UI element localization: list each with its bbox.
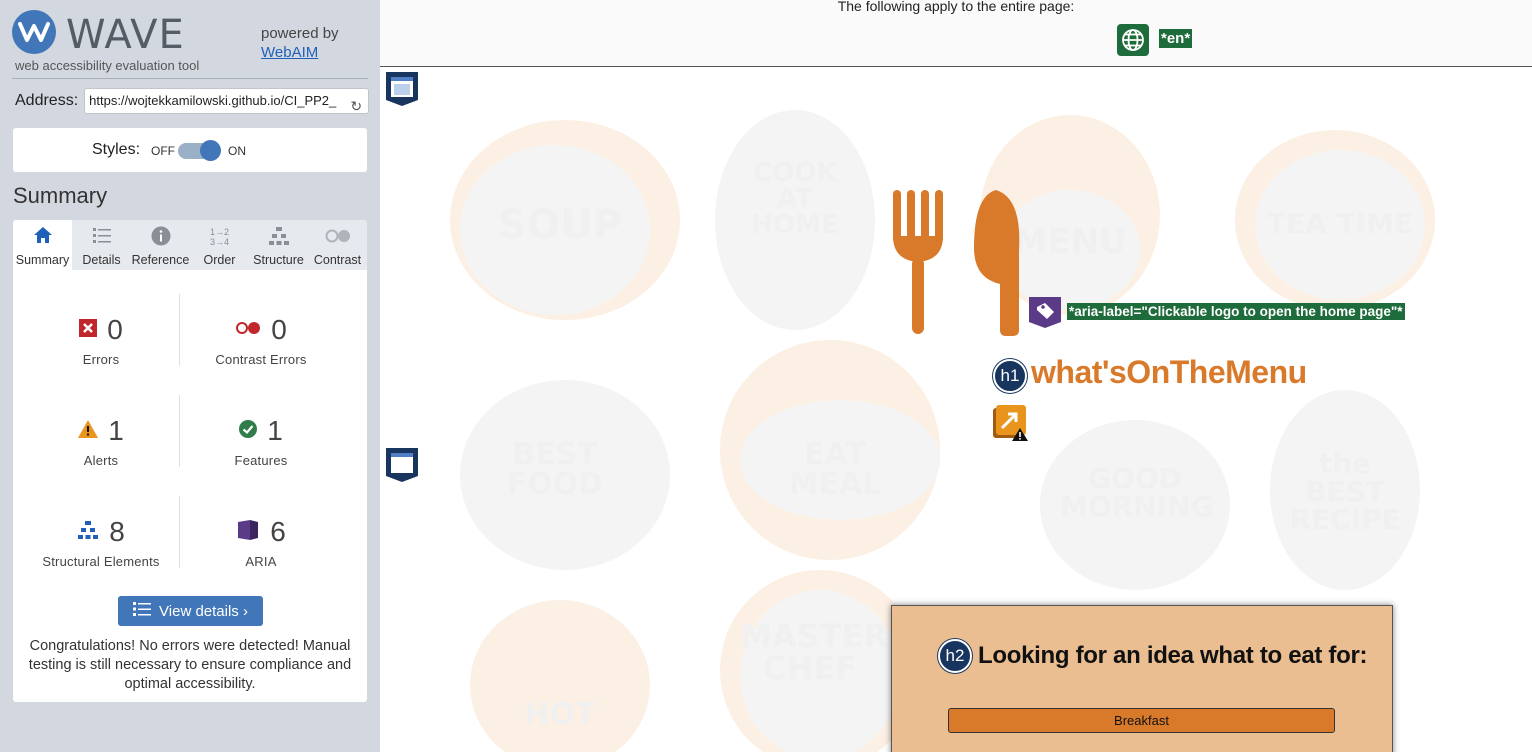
styles-off-label: OFF [151, 144, 175, 158]
info-icon [131, 226, 190, 248]
bg-word: the BEST RECIPE [1289, 447, 1401, 536]
page-level-bar: The following apply to the entire page: … [380, 0, 1532, 67]
bg-word: GOOD MORNING [1060, 462, 1214, 523]
meal-card: h2 Looking for an idea what to eat for: … [891, 605, 1393, 752]
powered-by-text: powered by [261, 25, 339, 42]
site-logo-utensils[interactable] [892, 188, 1022, 338]
tab-label: Order [203, 253, 236, 267]
applies-text: The following apply to the entire page: [837, 0, 1075, 14]
alert-icon [78, 419, 99, 443]
tab-details[interactable]: Details [72, 220, 131, 270]
tab-contrast[interactable]: Contrast [308, 220, 367, 270]
list-icon [133, 601, 152, 621]
stat-separator [179, 294, 180, 366]
wave-logo[interactable]: WAVE web accessibility evaluation tool p… [12, 10, 368, 74]
reload-icon[interactable]: ↻ [350, 94, 362, 113]
styles-label: Styles: [92, 141, 141, 158]
h2-icon[interactable]: h2 [938, 639, 972, 673]
aria-count: 6 [270, 516, 286, 547]
h1-icon[interactable]: h1 [993, 359, 1027, 393]
site-title: what'sOnTheMenu [1031, 354, 1307, 390]
language-icon[interactable] [1117, 24, 1149, 56]
congrats-message: Congratulations! No errors were detected… [28, 638, 352, 692]
breakfast-button[interactable]: Breakfast [948, 708, 1335, 733]
bg-word: MASTER CHEF [740, 617, 888, 687]
wave-logo-word: WAVE [66, 12, 185, 58]
check-icon [239, 419, 258, 443]
stat-contrast-errors[interactable]: 0 Contrast Errors [181, 312, 341, 367]
language-tag[interactable]: *en* [1159, 29, 1193, 48]
list-icon [72, 226, 131, 248]
tab-label: Contrast [313, 253, 362, 267]
webaim-link[interactable]: WebAIM [261, 44, 318, 61]
tab-label: Details [82, 253, 121, 267]
contrast-errors-label: Contrast Errors [215, 352, 307, 367]
order-icon: 1→2 3→4 [209, 227, 229, 247]
tab-reference[interactable]: Reference [131, 220, 190, 270]
powered-by: powered by WebAIM [261, 24, 339, 62]
tab-structure[interactable]: Structure [249, 220, 308, 270]
aria-icon [236, 518, 260, 547]
alerts-count: 1 [108, 415, 124, 446]
stat-aria[interactable]: 6 ARIA [181, 514, 341, 569]
stat-errors[interactable]: 0 Errors [21, 312, 181, 367]
stat-separator [179, 395, 180, 467]
address-value: https://wojtekkamilowski.github.io/CI_PP… [89, 93, 337, 108]
wave-logo-icon [12, 10, 56, 54]
stat-features[interactable]: 1 Features [181, 413, 341, 468]
alerts-label: Alerts [83, 453, 119, 468]
main-region-icon[interactable] [384, 446, 420, 482]
bg-word: COOK AT HOME [751, 158, 839, 240]
contrast-icon [308, 226, 367, 248]
stat-structural[interactable]: 8 Structural Elements [21, 514, 181, 569]
evaluated-page: SOUP COOK AT HOME MENU TEA TIME BEST FOO… [380, 0, 1532, 752]
address-input[interactable]: https://wojtekkamilowski.github.io/CI_PP… [84, 88, 370, 114]
toggle-knob[interactable] [200, 140, 221, 161]
aria-label-text[interactable]: *aria-label="Clickable logo to open the … [1067, 303, 1405, 320]
features-label: Features [234, 453, 288, 468]
view-details-label: View details › [159, 602, 248, 620]
tab-label: Summary [15, 253, 70, 267]
styles-toggle[interactable] [178, 140, 221, 161]
tab-label: Reference [131, 253, 190, 267]
bg-word: SOUP [497, 202, 623, 248]
structural-count: 8 [109, 516, 125, 547]
summary-heading: Summary [13, 183, 108, 208]
wave-sidebar: WAVE web accessibility evaluation tool p… [0, 0, 380, 752]
structure-icon [249, 226, 308, 248]
bg-word: EAT MEAL [788, 437, 882, 502]
tab-summary[interactable]: Summary [13, 220, 72, 270]
stat-alerts[interactable]: 1 Alerts [21, 413, 181, 468]
contrast-errors-count: 0 [271, 314, 287, 345]
address-bar: Address: https://wojtekkamilowski.github… [15, 88, 370, 114]
address-label: Address: [15, 92, 79, 109]
errors-count: 0 [107, 314, 123, 345]
tab-bar: Summary Details Reference 1→23→4 Order [13, 220, 367, 270]
aria-label: ARIA [245, 554, 277, 569]
bg-word: BEST FOOD [506, 437, 604, 502]
card-title: Looking for an idea what to eat for: [978, 642, 1368, 669]
tab-order[interactable]: 1→2 3→4 Order [190, 220, 249, 270]
errors-label: Errors [82, 352, 120, 367]
stat-separator [179, 496, 180, 568]
redundant-link-alert-icon[interactable] [992, 404, 1030, 442]
styles-toggle-box: Styles: OFF ON [13, 128, 367, 172]
bg-word: TEA TIME [1266, 207, 1414, 240]
error-icon [79, 318, 98, 342]
structural-label: Structural Elements [42, 554, 160, 569]
tab-label: Structure [253, 253, 304, 267]
structure-icon [77, 520, 99, 545]
home-icon [13, 226, 72, 248]
bg-word: HOT [524, 697, 596, 732]
styles-on-label: ON [228, 144, 246, 158]
bg-word: MENU [1013, 222, 1127, 262]
header-region-icon[interactable] [384, 70, 420, 106]
summary-panel: Summary Details Reference 1→23→4 Order [13, 220, 367, 702]
features-count: 1 [267, 415, 283, 446]
wave-logo-subtitle: web accessibility evaluation tool [15, 58, 200, 73]
sidebar-divider [12, 78, 368, 79]
aria-label-icon[interactable] [1028, 296, 1062, 328]
view-details-button[interactable]: View details › [118, 596, 263, 626]
contrast-error-icon [235, 321, 261, 340]
